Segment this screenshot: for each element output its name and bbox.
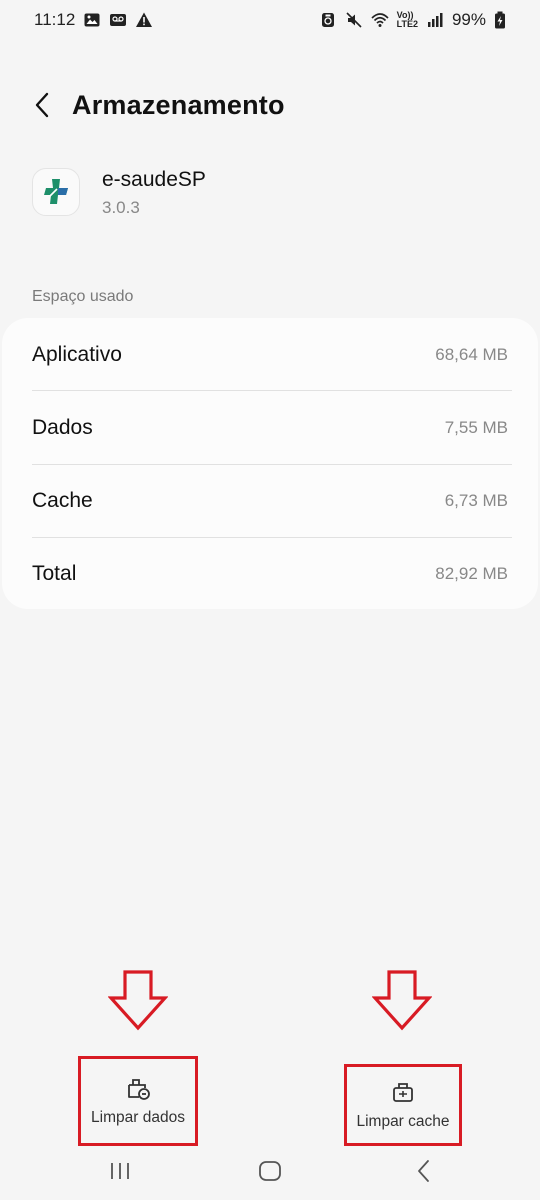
section-label: Espaço usado — [32, 288, 134, 305]
storage-row-app: Aplicativo 68,64 MB — [32, 318, 508, 391]
row-label: Total — [32, 561, 77, 585]
storage-row-total: Total 82,92 MB — [32, 537, 508, 610]
app-info: e-saudeSP 3.0.3 — [32, 162, 206, 218]
storage-row-cache: Cache 6,73 MB — [32, 464, 508, 537]
status-time: 11:12 — [34, 10, 76, 29]
chevron-left-icon — [35, 92, 49, 118]
network-type: Vo)) LTE2 — [397, 11, 418, 29]
row-value: 82,92 MB — [435, 563, 508, 583]
down-arrow-icon — [372, 970, 432, 1031]
status-left: 11:12 — [34, 10, 153, 30]
health-cross-icon — [32, 168, 80, 216]
clear-cache-label: Limpar cache — [356, 1113, 450, 1130]
nav-back-button[interactable] — [404, 1154, 444, 1188]
recents-icon — [111, 1163, 129, 1179]
clear-cache-icon — [390, 1079, 416, 1105]
row-value: 6,73 MB — [444, 490, 508, 510]
clear-data-label: Limpar dados — [91, 1109, 185, 1126]
clear-cache-button[interactable]: Limpar cache — [344, 1064, 462, 1146]
recents-button[interactable] — [100, 1154, 140, 1188]
row-label: Dados — [32, 415, 93, 439]
back-icon — [418, 1160, 429, 1182]
page-title: Armazenamento — [72, 89, 285, 120]
home-button[interactable] — [250, 1154, 290, 1188]
header: Armazenamento — [0, 80, 540, 130]
battery-percent: 99% — [451, 10, 486, 29]
back-button[interactable] — [22, 85, 62, 125]
app-name: e-saudeSP — [102, 168, 206, 191]
row-value: 7,55 MB — [444, 417, 508, 437]
battery-charging-icon — [494, 11, 506, 29]
voicemail-icon — [109, 11, 127, 29]
recycle-icon — [319, 11, 337, 29]
app-text: e-saudeSP 3.0.3 — [102, 162, 206, 218]
storage-card: Aplicativo 68,64 MB Dados 7,55 MB Cache … — [2, 318, 538, 609]
navigation-bar — [0, 1142, 540, 1200]
clear-data-icon — [125, 1075, 151, 1101]
clear-data-button[interactable]: Limpar dados — [78, 1056, 198, 1146]
app-version: 3.0.3 — [102, 198, 140, 217]
signal-icon — [426, 11, 444, 29]
wifi-icon — [371, 11, 389, 29]
home-icon — [259, 1161, 281, 1181]
status-right: Vo)) LTE2 99% — [319, 10, 506, 30]
down-arrow-icon — [108, 970, 168, 1031]
storage-row-data: Dados 7,55 MB — [32, 391, 508, 464]
image-icon — [83, 11, 101, 29]
mute-icon — [345, 11, 363, 29]
network-label-bottom: LTE2 — [396, 19, 418, 29]
row-label: Cache — [32, 488, 93, 512]
row-value: 68,64 MB — [435, 344, 508, 364]
row-label: Aplicativo — [32, 342, 122, 366]
warning-icon — [135, 11, 153, 29]
status-bar: 11:12 Vo)) LTE2 99% — [0, 0, 540, 40]
